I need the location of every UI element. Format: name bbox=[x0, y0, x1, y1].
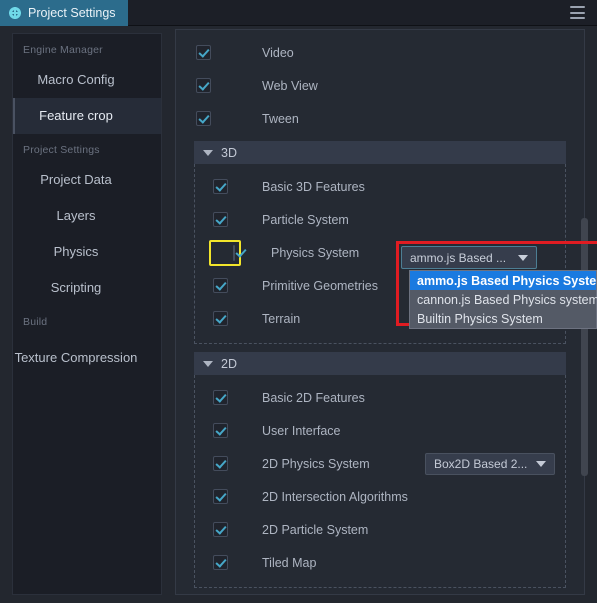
hamburger-bar bbox=[570, 17, 585, 19]
feature-row-2d-intersection-algorithms[interactable]: 2D Intersection Algorithms bbox=[195, 480, 565, 513]
dropdown-option-list[interactable]: ammo.js Based Physics System cannon.js B… bbox=[409, 270, 597, 329]
tab-label: Project Settings bbox=[28, 6, 116, 20]
feature-row-2d-physics-system[interactable]: 2D Physics System Box2D Based 2... bbox=[195, 447, 565, 480]
select-value: ammo.js Based ... bbox=[410, 250, 507, 265]
hamburger-bar bbox=[570, 11, 585, 14]
sidebar-group-label-project-settings: Project Settings bbox=[23, 144, 100, 156]
dropdown-option-builtin[interactable]: Builtin Physics System bbox=[410, 309, 596, 328]
checkbox-2d-particle-system[interactable] bbox=[213, 522, 228, 537]
dropdown-option-ammo-js[interactable]: ammo.js Based Physics System bbox=[410, 271, 597, 290]
section-header-2d[interactable]: 2D bbox=[194, 352, 566, 375]
feature-label: Basic 3D Features bbox=[262, 179, 365, 194]
chevron-down-icon bbox=[203, 360, 213, 367]
sidebar-item-label: Macro Config bbox=[37, 71, 115, 87]
chevron-down-icon bbox=[536, 460, 546, 467]
feature-label: Web View bbox=[262, 78, 318, 93]
feature-row-particle-system[interactable]: Particle System bbox=[195, 203, 565, 236]
title-bar: Project Settings bbox=[0, 0, 597, 26]
sidebar-item-macro-config[interactable]: Macro Config bbox=[13, 62, 161, 98]
chevron-down-icon bbox=[203, 149, 213, 156]
gear-icon bbox=[9, 7, 21, 19]
sidebar-item-feature-crop[interactable]: Feature crop bbox=[13, 98, 161, 134]
select-physics-engine[interactable]: ammo.js Based ... bbox=[401, 246, 537, 269]
section-body-2d: Basic 2D Features User Interface 2D Phys… bbox=[194, 375, 566, 588]
sidebar-item-physics[interactable]: Physics bbox=[13, 234, 161, 270]
checkbox-highlight-annotation bbox=[209, 239, 241, 266]
sidebar-item-label: Scripting bbox=[50, 279, 102, 295]
feature-label: 2D Particle System bbox=[262, 522, 369, 537]
checkbox-basic-2d-features[interactable] bbox=[213, 390, 228, 405]
hamburger-bar bbox=[570, 6, 585, 8]
checkbox-basic-3d-features[interactable] bbox=[213, 179, 228, 194]
feature-row-video[interactable]: Video bbox=[176, 36, 584, 69]
sidebar-item-label: Feature crop bbox=[39, 107, 113, 123]
checkbox-tiled-map[interactable] bbox=[213, 555, 228, 570]
section-header-3d[interactable]: 3D bbox=[194, 141, 566, 164]
physics-system-dropdown[interactable]: ammo.js Based ... ammo.js Based Physics … bbox=[401, 246, 597, 329]
feature-label: Physics System bbox=[271, 245, 360, 260]
checkbox-user-interface[interactable] bbox=[213, 423, 228, 438]
checkbox-primitive-geometries[interactable] bbox=[213, 278, 228, 293]
hamburger-menu-icon[interactable] bbox=[570, 6, 585, 19]
feature-label: Particle System bbox=[262, 212, 349, 227]
checkbox-physics-system[interactable] bbox=[233, 244, 235, 261]
sidebar-item-layers[interactable]: Layers bbox=[13, 198, 161, 234]
checkbox-web-view[interactable] bbox=[196, 78, 211, 93]
checkbox-2d-physics-system[interactable] bbox=[213, 456, 228, 471]
feature-label: Tween bbox=[262, 111, 299, 126]
feature-label: Basic 2D Features bbox=[262, 390, 365, 405]
section-title: 2D bbox=[221, 356, 237, 371]
sidebar-item-texture-compression[interactable]: Texture Compression bbox=[13, 334, 161, 382]
sidebar-item-label: Project Data bbox=[40, 171, 112, 187]
dropdown-option-cannon-js[interactable]: cannon.js Based Physics system bbox=[410, 290, 597, 309]
checkbox-2d-intersection-algorithms[interactable] bbox=[213, 489, 228, 504]
feature-row-user-interface[interactable]: User Interface bbox=[195, 414, 565, 447]
sidebar-item-project-data[interactable]: Project Data bbox=[13, 162, 161, 198]
feature-label: Terrain bbox=[262, 311, 301, 326]
chevron-down-icon bbox=[518, 254, 528, 261]
sidebar-item-label: Layers bbox=[56, 207, 96, 223]
feature-label: Primitive Geometries bbox=[262, 278, 378, 293]
sidebar: Engine Manager Macro Config Feature crop… bbox=[12, 33, 162, 595]
checkbox-terrain[interactable] bbox=[213, 311, 228, 326]
feature-row-tween[interactable]: Tween bbox=[176, 102, 584, 135]
tab-project-settings[interactable]: Project Settings bbox=[0, 0, 128, 26]
feature-row-basic-2d-features[interactable]: Basic 2D Features bbox=[195, 381, 565, 414]
select-2d-physics-engine[interactable]: Box2D Based 2... bbox=[425, 452, 555, 475]
feature-row-web-view[interactable]: Web View bbox=[176, 69, 584, 102]
feature-label: 2D Intersection Algorithms bbox=[262, 489, 408, 504]
feature-label: Tiled Map bbox=[262, 555, 317, 570]
checkbox-particle-system[interactable] bbox=[213, 212, 228, 227]
feature-label: Video bbox=[262, 45, 294, 60]
feature-label: User Interface bbox=[262, 423, 341, 438]
feature-label: 2D Physics System bbox=[262, 456, 370, 471]
section-title: 3D bbox=[221, 145, 237, 160]
select-value: Box2D Based 2... bbox=[434, 456, 528, 471]
checkbox-tween[interactable] bbox=[196, 111, 211, 126]
feature-row-basic-3d-features[interactable]: Basic 3D Features bbox=[195, 170, 565, 203]
checkbox-video[interactable] bbox=[196, 45, 211, 60]
sidebar-group-label-build: Build bbox=[23, 316, 48, 328]
sidebar-group-label-engine-manager: Engine Manager bbox=[23, 44, 103, 56]
feature-row-2d-particle-system[interactable]: 2D Particle System bbox=[195, 513, 565, 546]
feature-row-tiled-map[interactable]: Tiled Map bbox=[195, 546, 565, 579]
sidebar-item-label: Texture Compression bbox=[14, 349, 138, 365]
sidebar-item-label: Physics bbox=[53, 243, 99, 259]
sidebar-item-scripting[interactable]: Scripting bbox=[13, 270, 161, 306]
